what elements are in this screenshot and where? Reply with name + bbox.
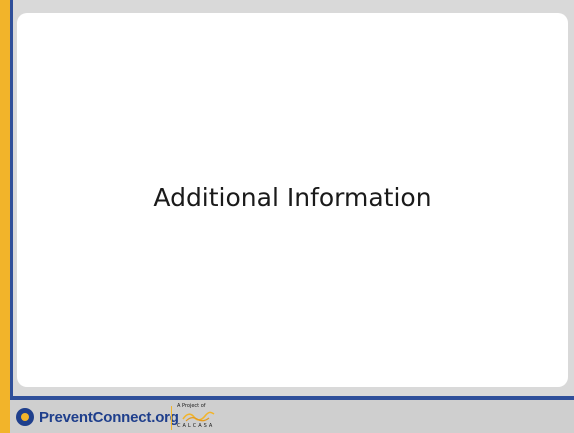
- footer-divider: [171, 406, 172, 430]
- preventconnect-logo: PreventConnect.org: [16, 404, 179, 430]
- calcasa-logo-icon: [182, 411, 215, 422]
- slide-content-panel: Additional Information: [17, 13, 568, 387]
- left-accent-bar: [0, 0, 10, 433]
- left-accent-edge: [10, 0, 13, 396]
- calcasa-logo-text: CALCASA: [177, 423, 215, 429]
- project-of-label: A Project of: [177, 403, 206, 409]
- calcasa-logo: CALCASA: [177, 410, 231, 430]
- slide-footer: PreventConnect.org A Project of CALCASA: [10, 400, 574, 433]
- preventconnect-logo-icon: [16, 408, 34, 426]
- project-of-block: A Project of CALCASA: [177, 403, 237, 431]
- preventconnect-logo-text: PreventConnect.org: [39, 408, 179, 426]
- slide-title: Additional Information: [153, 183, 432, 212]
- presentation-slide: Additional Information PreventConnect.or…: [0, 0, 574, 433]
